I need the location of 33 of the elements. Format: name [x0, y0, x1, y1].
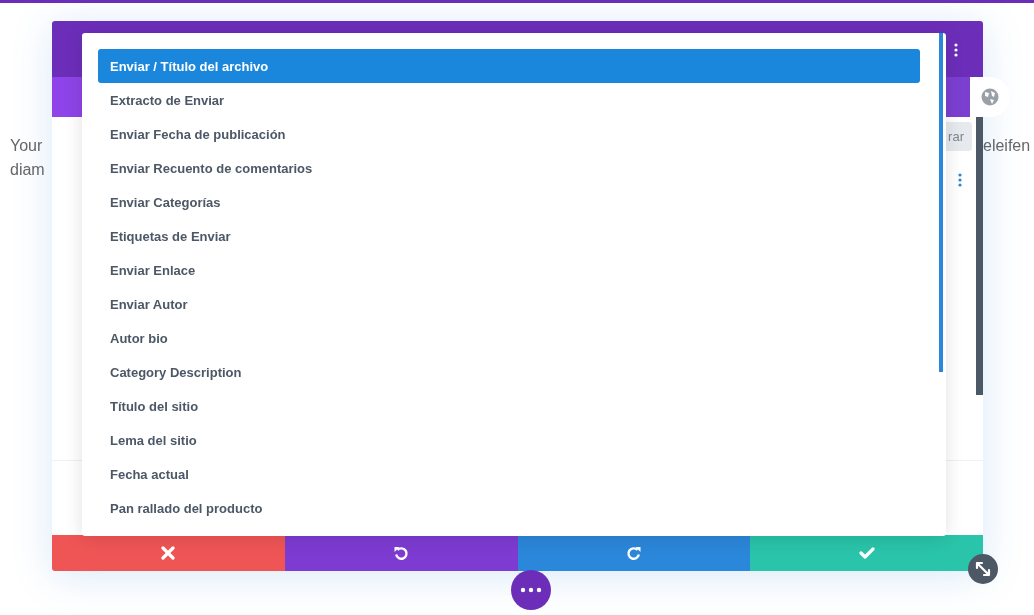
menu-item[interactable]: Autor bio: [98, 321, 920, 355]
undo-icon: [393, 545, 410, 561]
globe-icon: [981, 88, 999, 106]
menu-item[interactable]: Enviar Autor: [98, 287, 920, 321]
menu-item[interactable]: Enviar Recuento de comentarios: [98, 151, 920, 185]
save-button[interactable]: [750, 535, 983, 571]
menu-item[interactable]: Enviar Enlace: [98, 253, 920, 287]
menu-item[interactable]: Fecha actual: [98, 457, 920, 491]
menu-item[interactable]: Category Description: [98, 355, 920, 389]
paragraph-text: diam: [10, 160, 45, 180]
resize-icon[interactable]: [968, 554, 998, 584]
menu-item[interactable]: Enviar Categorías: [98, 185, 920, 219]
menu-item[interactable]: Título del sitio: [98, 389, 920, 423]
more-icon[interactable]: [958, 173, 962, 187]
check-icon: [858, 546, 875, 560]
menu-item[interactable]: Lema del sitio: [98, 423, 920, 457]
menu-item[interactable]: Enviar / Título del archivo: [98, 49, 920, 83]
undo-button[interactable]: [284, 535, 518, 571]
scrollbar[interactable]: [939, 33, 943, 372]
close-button[interactable]: [52, 535, 285, 571]
menu-item[interactable]: Enviar Fecha de publicación: [98, 117, 920, 151]
scrollbar[interactable]: [976, 117, 983, 395]
more-icon: [520, 587, 542, 593]
menu-item[interactable]: Etiquetas de Enviar: [98, 219, 920, 253]
more-button[interactable]: [511, 570, 551, 610]
paragraph-text: Your: [10, 136, 44, 156]
more-icon[interactable]: [954, 43, 958, 57]
close-icon: [161, 546, 176, 560]
redo-icon: [625, 545, 642, 561]
redo-button[interactable]: [517, 535, 751, 571]
menu-item[interactable]: Pan rallado del producto: [98, 491, 920, 525]
menu-item[interactable]: Extracto de Enviar: [98, 83, 920, 117]
paragraph-text: eleifen: [983, 136, 1031, 156]
